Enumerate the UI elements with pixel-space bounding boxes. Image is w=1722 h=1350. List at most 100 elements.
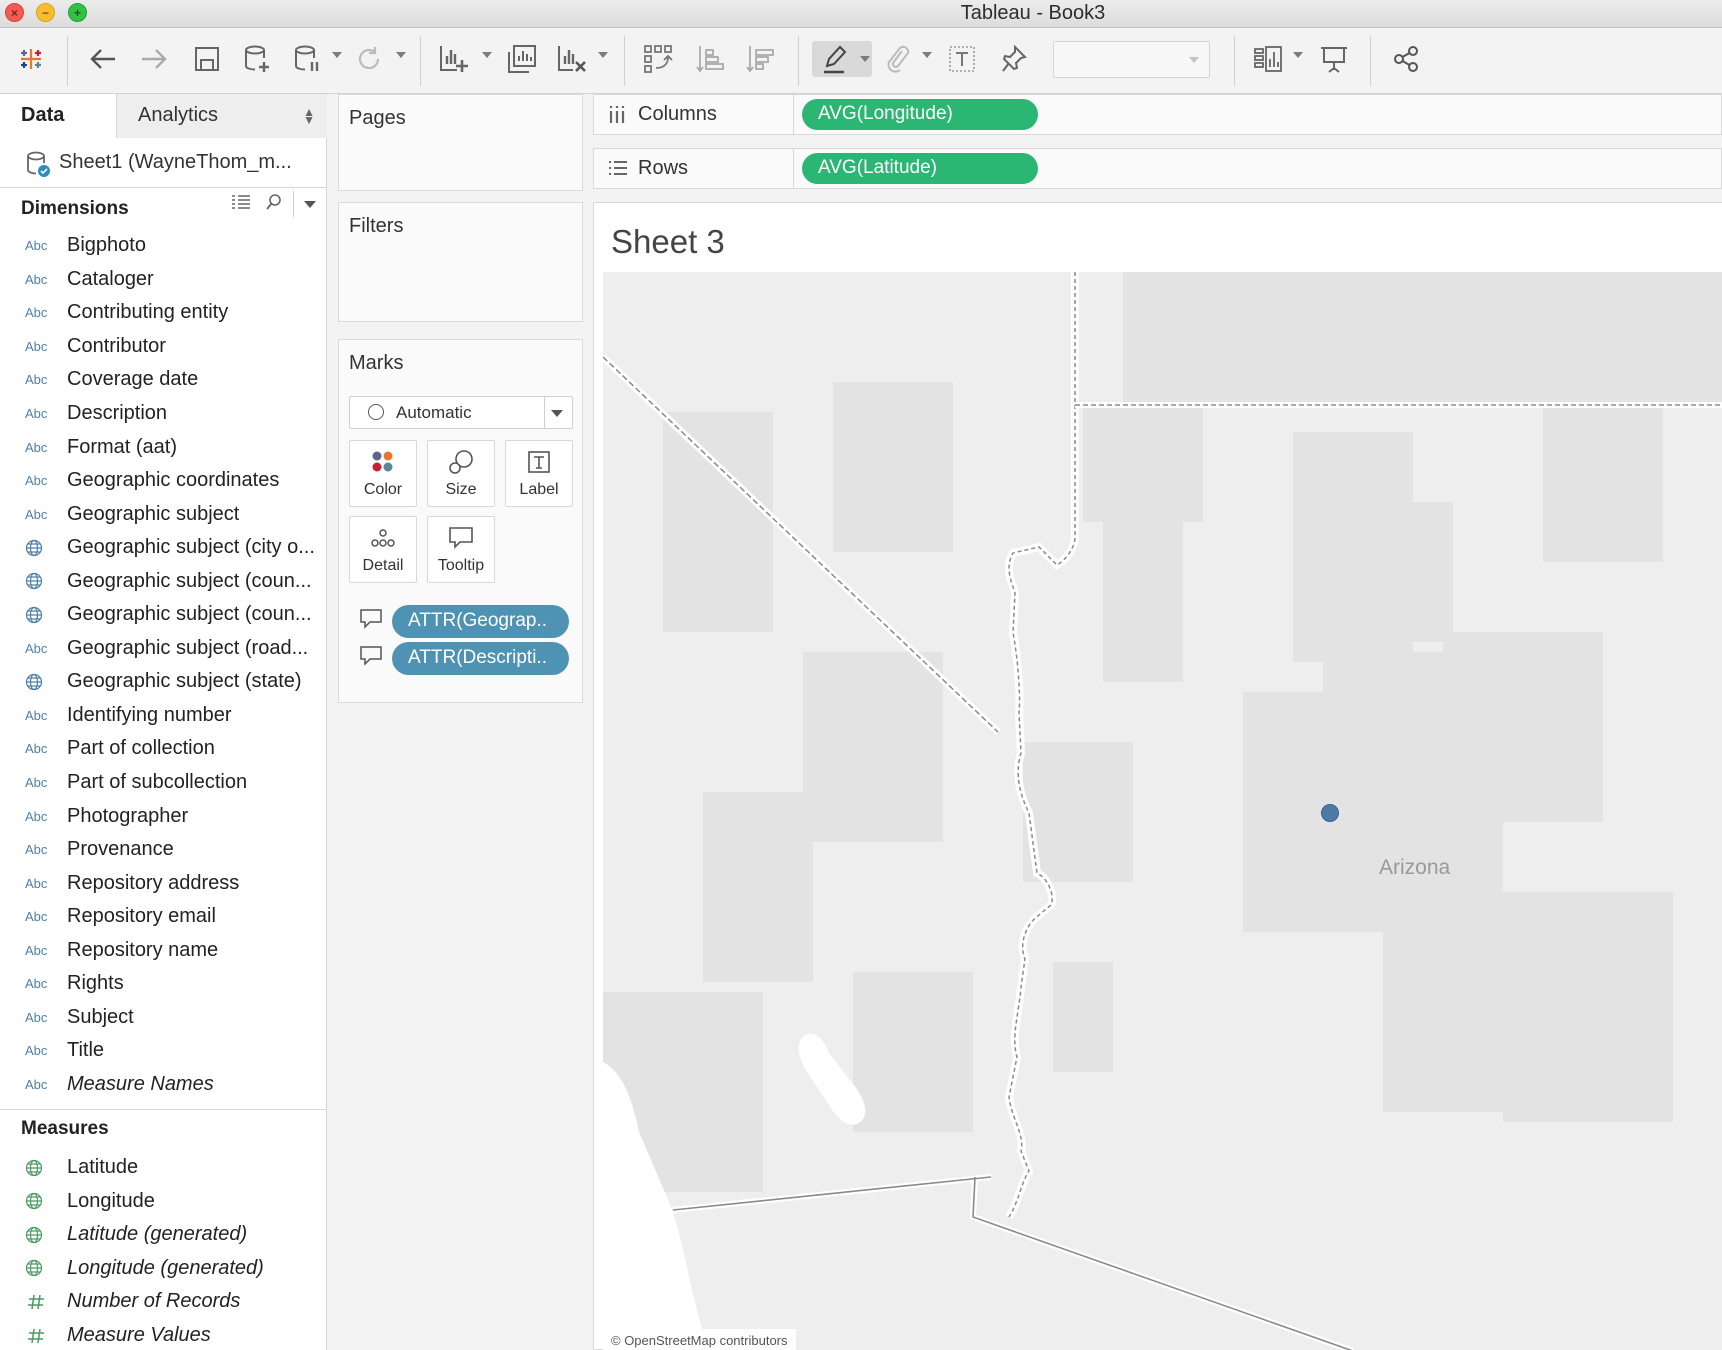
filters-card[interactable]: Filters: [338, 202, 583, 322]
show-mark-labels-icon[interactable]: [944, 41, 980, 77]
field-item[interactable]: Abc Subject: [0, 1001, 327, 1035]
show-cards-icon[interactable]: [1250, 41, 1286, 77]
field-item[interactable]: Abc Description: [0, 397, 327, 431]
pin-icon[interactable]: [996, 41, 1032, 77]
field-item[interactable]: Abc Identifying number: [0, 699, 327, 733]
map-point[interactable]: [1321, 804, 1339, 822]
columns-shelf-label: Columns: [594, 95, 794, 134]
field-name: Longitude (generated): [67, 1256, 264, 1279]
field-item[interactable]: Abc Measure Names: [0, 1068, 327, 1102]
tab-data[interactable]: Data: [0, 94, 116, 138]
columns-pill[interactable]: AVG(Longitude): [802, 99, 1038, 130]
mark-pill[interactable]: ATTR(Descripti..: [392, 642, 569, 675]
chevron-down-icon[interactable]: [598, 52, 608, 58]
field-item[interactable]: Abc Repository email: [0, 900, 327, 934]
datasource-item[interactable]: Sheet1 (WayneThom_m...: [0, 138, 327, 188]
field-item[interactable]: Number of Records: [0, 1285, 327, 1319]
size-button[interactable]: Size: [427, 440, 495, 507]
field-item[interactable]: Latitude: [0, 1151, 327, 1185]
string-type-icon: Abc: [25, 775, 48, 791]
field-item[interactable]: Abc Cataloger: [0, 263, 327, 297]
new-worksheet-icon[interactable]: [436, 41, 472, 77]
group-members-icon[interactable]: [880, 41, 916, 77]
sort-ascending-icon[interactable]: [692, 41, 728, 77]
chevron-down-icon[interactable]: [922, 52, 932, 58]
field-item[interactable]: Geographic subject (coun...: [0, 564, 327, 598]
color-button[interactable]: Color: [349, 440, 417, 507]
mark-field-row: ATTR(Geograp..: [359, 605, 569, 638]
pages-card[interactable]: Pages: [338, 94, 583, 191]
field-item[interactable]: Measure Values: [0, 1319, 327, 1350]
hash-icon: [0, 1293, 67, 1311]
back-arrow-icon[interactable]: [86, 41, 120, 77]
detail-button[interactable]: Detail: [349, 516, 417, 583]
share-icon[interactable]: [1388, 41, 1424, 77]
presentation-mode-icon[interactable]: [1316, 41, 1352, 77]
rows-shelf[interactable]: Rows AVG(Latitude): [593, 148, 1722, 189]
field-item[interactable]: Abc Part of subcollection: [0, 766, 327, 800]
field-item[interactable]: Geographic subject (state): [0, 665, 327, 699]
fit-dropdown[interactable]: [1053, 41, 1210, 78]
field-item[interactable]: Abc Title: [0, 1034, 327, 1068]
chevron-down-icon[interactable]: [860, 56, 870, 62]
field-item[interactable]: Abc Repository address: [0, 866, 327, 900]
chevron-down-icon[interactable]: [332, 52, 342, 58]
field-item[interactable]: Abc Geographic coordinates: [0, 464, 327, 498]
string-type-icon: Abc: [25, 1076, 48, 1092]
map-state-label: Arizona: [1379, 856, 1451, 879]
field-item[interactable]: Longitude: [0, 1185, 327, 1219]
field-item[interactable]: Abc Contributing entity: [0, 296, 327, 330]
field-item[interactable]: Abc Photographer: [0, 799, 327, 833]
label-button[interactable]: Label: [505, 440, 573, 507]
field-item[interactable]: Longitude (generated): [0, 1252, 327, 1286]
sheet-title[interactable]: Sheet 3: [611, 223, 725, 261]
field-item[interactable]: Geographic subject (city o...: [0, 531, 327, 565]
chevron-down-icon[interactable]: [482, 52, 492, 58]
chevron-down-icon[interactable]: [304, 200, 316, 208]
shelves: Columns AVG(Longitude) Rows AVG(Latitude…: [590, 94, 1722, 194]
field-item[interactable]: Abc Bigphoto: [0, 229, 327, 263]
chevron-down-icon[interactable]: [396, 52, 406, 58]
field-item[interactable]: Abc Coverage date: [0, 363, 327, 397]
tableau-logo-icon[interactable]: [14, 41, 48, 77]
search-icon[interactable]: [265, 193, 283, 216]
field-item[interactable]: Abc Provenance: [0, 833, 327, 867]
map-view[interactable]: Arizona © OpenStreetMap contributors: [603, 272, 1722, 1350]
window-title: Tableau - Book3: [960, 2, 1106, 24]
rows-pill[interactable]: AVG(Latitude): [802, 153, 1038, 184]
field-item[interactable]: Abc Geographic subject: [0, 497, 327, 531]
new-datasource-icon[interactable]: [240, 41, 274, 77]
field-name: Part of subcollection: [67, 771, 248, 794]
tooltip-button[interactable]: Tooltip: [427, 516, 495, 583]
detail-label: Detail: [362, 557, 404, 574]
clear-sheet-icon[interactable]: [554, 41, 590, 77]
swap-rows-columns-icon[interactable]: [640, 41, 676, 77]
globe-icon: [0, 673, 67, 691]
field-name: Number of Records: [67, 1290, 241, 1313]
tab-analytics[interactable]: Analytics ▲ ▼: [116, 94, 327, 138]
field-name: Geographic subject (road...: [67, 636, 309, 659]
mark-pill[interactable]: ATTR(Geograp..: [392, 605, 569, 638]
field-item[interactable]: Geographic subject (coun...: [0, 598, 327, 632]
sort-descending-icon[interactable]: [742, 41, 778, 77]
pause-updates-icon[interactable]: [290, 41, 324, 77]
mark-type-dropdown[interactable]: Automatic: [349, 396, 573, 429]
string-type-icon: Abc: [25, 741, 48, 757]
list-view-icon[interactable]: [231, 194, 251, 215]
refresh-icon[interactable]: [352, 41, 386, 77]
string-type-icon: Abc: [25, 338, 48, 354]
duplicate-sheet-icon[interactable]: [504, 41, 540, 77]
forward-arrow-icon[interactable]: [137, 41, 171, 77]
save-icon[interactable]: [190, 41, 224, 77]
field-item[interactable]: Abc Repository name: [0, 933, 327, 967]
field-item[interactable]: Abc Format (aat): [0, 430, 327, 464]
field-item[interactable]: Abc Contributor: [0, 330, 327, 364]
columns-shelf[interactable]: Columns AVG(Longitude): [593, 94, 1722, 135]
field-item[interactable]: Abc Part of collection: [0, 732, 327, 766]
field-item[interactable]: Abc Rights: [0, 967, 327, 1001]
field-item[interactable]: Latitude (generated): [0, 1218, 327, 1252]
chevron-down-icon[interactable]: [1293, 52, 1303, 58]
field-name: Geographic coordinates: [67, 469, 280, 492]
field-item[interactable]: Abc Geographic subject (road...: [0, 632, 327, 666]
highlight-button[interactable]: [812, 41, 872, 77]
